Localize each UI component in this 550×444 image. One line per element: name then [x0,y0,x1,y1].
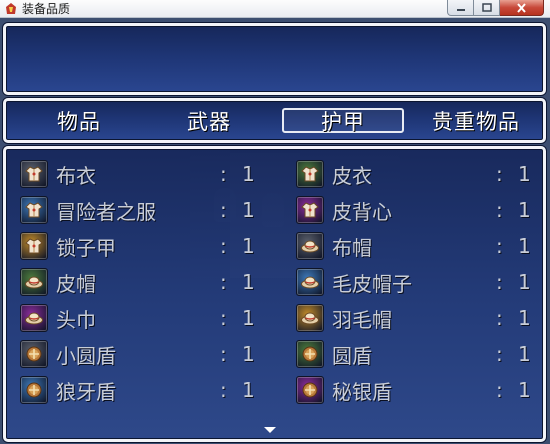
item-name: 圆盾 [332,343,372,368]
fur-hat-icon [296,268,324,296]
item-count: 1 [518,342,531,366]
item-count: 1 [242,306,255,330]
item-count: 1 [518,378,531,402]
item-count-separator: : [496,342,503,366]
item-count: 1 [518,270,531,294]
item-count-separator: : [220,342,227,366]
cloth-armor-icon [20,160,48,188]
cloth-hat-icon [296,232,324,260]
title-bar: 装备品质 [0,0,550,18]
list-item[interactable]: 布帽:1 [296,229,550,263]
list-item[interactable]: 小圆盾:1 [20,337,276,371]
tab-weapons-label: 武器 [187,109,231,134]
tab-items[interactable]: 物品 [6,101,152,140]
scroll-down-arrow-icon[interactable] [264,427,276,433]
item-name: 小圆盾 [56,343,116,368]
list-item[interactable]: 羽毛帽:1 [296,301,550,335]
item-name: 冒险者之服 [56,199,156,224]
list-item[interactable]: 皮背心:1 [296,193,550,227]
list-item[interactable]: 狼牙盾:1 [20,373,276,407]
leather-vest-icon [296,196,324,224]
item-count: 1 [518,306,531,330]
mithril-shield-icon [296,376,324,404]
list-item[interactable]: 圆盾:1 [296,337,550,371]
tab-items-label: 物品 [57,109,101,134]
item-count: 1 [242,342,255,366]
maximize-icon [481,3,492,12]
item-name: 布帽 [332,235,372,260]
item-count-separator: : [496,378,503,402]
tab-armor-label: 护甲 [321,109,365,134]
category-window: 物品 武器 护甲 贵重物品 [3,98,546,143]
item-count-separator: : [496,270,503,294]
list-item[interactable]: 布衣:1 [20,157,276,191]
app-icon [6,3,16,14]
item-name: 羽毛帽 [332,307,392,332]
item-count-separator: : [220,306,227,330]
minimize-icon [456,8,465,11]
leather-hat-icon [20,268,48,296]
game-screen: 物品 武器 护甲 贵重物品 布衣:1 皮衣:1 冒险者之服:1 皮背心:1 锁子甲:1 布… [0,18,550,444]
help-window [3,23,546,95]
tab-key-items-label: 贵重物品 [432,109,520,134]
item-count-separator: : [220,270,227,294]
list-item[interactable]: 冒险者之服:1 [20,193,276,227]
close-icon [517,2,526,13]
item-count-separator: : [496,306,503,330]
item-count-separator: : [496,198,503,222]
item-count: 1 [242,270,255,294]
maximize-button[interactable] [474,0,500,16]
item-name: 狼牙盾 [56,379,116,404]
tab-weapons[interactable]: 武器 [142,101,276,140]
list-item[interactable]: 毛皮帽子:1 [296,265,550,299]
list-item[interactable]: 皮衣:1 [296,157,550,191]
minimize-button[interactable] [447,0,474,16]
item-name: 锁子甲 [56,235,116,260]
round-shield-icon [296,340,324,368]
close-button[interactable] [500,0,544,16]
chainmail-icon [20,232,48,260]
small-round-shield-icon [20,340,48,368]
caption-buttons [447,0,544,17]
item-count: 1 [242,198,255,222]
item-count-separator: : [220,234,227,258]
tab-key-items[interactable]: 贵重物品 [410,101,542,140]
item-count-separator: : [496,234,503,258]
item-count: 1 [518,162,531,186]
window-title: 装备品质 [22,2,71,16]
item-count: 1 [518,234,531,258]
item-name: 皮衣 [332,163,372,188]
item-list-window: 布衣:1 皮衣:1 冒险者之服:1 皮背心:1 锁子甲:1 布帽:1 皮帽:1 毛皮帽子:1 头… [3,146,546,442]
tab-armor[interactable]: 护甲 [278,101,408,140]
list-item[interactable]: 皮帽:1 [20,265,276,299]
item-name: 布衣 [56,163,96,188]
list-item[interactable]: 锁子甲:1 [20,229,276,263]
bandana-icon [20,304,48,332]
item-name: 皮帽 [56,271,96,296]
item-name: 头巾 [56,307,96,332]
item-count: 1 [242,162,255,186]
item-name: 毛皮帽子 [332,271,412,296]
item-count-separator: : [220,198,227,222]
item-name: 秘银盾 [332,379,392,404]
item-name: 皮背心 [332,199,392,224]
adventurer-clothes-icon [20,196,48,224]
item-count: 1 [518,198,531,222]
leather-armor-icon [296,160,324,188]
item-count: 1 [242,234,255,258]
feather-hat-icon [296,304,324,332]
item-count-separator: : [220,162,227,186]
item-count: 1 [242,378,255,402]
item-count-separator: : [496,162,503,186]
wolf-fang-shield-icon [20,376,48,404]
item-count-separator: : [220,378,227,402]
list-item[interactable]: 秘银盾:1 [296,373,550,407]
list-item[interactable]: 头巾:1 [20,301,276,335]
